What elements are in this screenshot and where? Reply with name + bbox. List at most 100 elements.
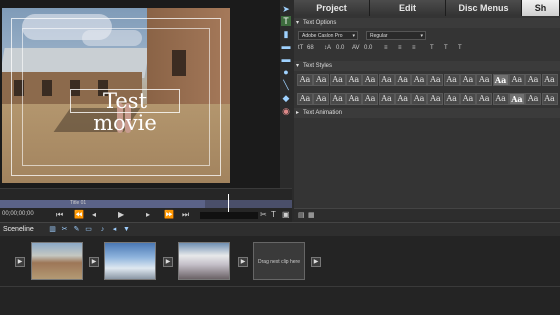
text-style-swatch[interactable]: Aa [508,74,525,86]
text-style-swatch[interactable]: Aa [411,74,428,86]
line-icon[interactable]: ╲ [281,80,291,90]
menu-marker-icon[interactable]: ▼ [122,226,131,234]
text-options-header[interactable]: Text Options [294,18,560,28]
add-menu-icon[interactable]: ▭ [84,226,93,234]
end-marker-icon[interactable]: ▶ [311,257,321,267]
transition-slot[interactable]: ▶ [238,257,248,267]
drop-target[interactable]: Drag next clip here [253,242,305,280]
color-icon[interactable]: ◉ [281,106,291,116]
text-style-swatch[interactable]: Aa [394,93,411,105]
text-style-swatch[interactable]: Aa [525,74,542,86]
marker-icon[interactable]: ✎ [72,226,81,234]
text-style-swatch[interactable]: Aa [329,74,346,86]
text-style-swatch[interactable]: Aa [411,93,428,105]
video-preview[interactable]: Test movie [2,8,230,183]
clip-thumbnail[interactable] [104,242,156,280]
speaker-icon[interactable]: ◂ [110,226,119,234]
help-icon[interactable]: ▦ [308,211,315,219]
play-icon[interactable]: ▶ [118,210,124,219]
text-style-swatch[interactable]: Aa [297,93,313,105]
text-animation-header[interactable]: Text Animation [294,108,560,118]
text-style-swatch[interactable]: Aa [476,74,493,86]
kerning-icon: AV [352,45,360,51]
frame-forward-icon[interactable]: ▸ [146,210,150,219]
align-center-icon[interactable]: ≡ [398,45,402,51]
vertical-text-icon[interactable]: ▮ [281,29,291,39]
text-style-swatch[interactable]: Aa [362,93,379,105]
text-style-swatch[interactable]: Aa [476,93,493,105]
tab-share[interactable]: Sh [522,0,560,16]
faux-italic-icon[interactable]: T [444,45,448,51]
text-style-swatch[interactable]: Aa [460,93,476,105]
kerning-value[interactable]: 0.0 [364,45,372,51]
rectangle-icon[interactable]: ▬ [281,41,291,51]
text-style-swatch[interactable]: Aa [345,74,362,86]
font-dropdown[interactable]: Adobe Caslon Pro [298,31,358,41]
text-style-swatch[interactable]: Aa [329,93,346,105]
tab-edit[interactable]: Edit [370,0,446,16]
go-to-end-icon[interactable]: ⏭ [182,210,189,220]
text-style-swatch[interactable]: Aa [460,74,476,86]
apply-icon[interactable]: ▤ [298,211,305,219]
transition-slot[interactable]: ▶ [89,257,99,267]
text-style-swatch[interactable]: Aa [427,74,444,86]
start-marker-icon[interactable]: ▶ [15,257,25,267]
clip-name: Title 01 [70,200,87,206]
monitor-panel: Test movie ➤ T ▮ ▬ ▬ ● ╲ ◆ ◉ [0,0,292,188]
playhead[interactable] [228,194,229,212]
title-text-overlay[interactable]: Test movie [70,89,180,134]
go-to-start-icon[interactable]: ⏮ [56,210,63,220]
text-style-swatch[interactable]: Aa [492,93,509,105]
faux-bold-icon[interactable]: T [430,45,434,51]
text-style-swatch[interactable]: Aa [394,74,411,86]
timeline-toggle-icon[interactable]: ▥ [48,226,57,234]
text-style-swatch[interactable]: Aa [378,74,395,86]
sceneline-tab[interactable]: Sceneline [3,226,34,233]
font-style-dropdown[interactable]: Regular [366,31,426,41]
text-style-swatch[interactable]: Aa [313,74,330,86]
text-style-swatch[interactable]: Aa [541,74,558,86]
text-style-swatch[interactable]: Aa [525,93,542,105]
volume-slider[interactable] [200,212,258,219]
tab-disc-menus[interactable]: Disc Menus [446,0,522,16]
leading-value[interactable]: 0.0 [336,45,344,51]
clip-thumbnail[interactable] [178,242,230,280]
text-style-swatch[interactable]: Aa [378,93,395,105]
text-tool-icon[interactable]: T [271,210,276,219]
transition-slot[interactable]: ▶ [163,257,173,267]
smart-fix-icon[interactable]: ✂ [60,226,69,234]
text-style-swatch[interactable]: Aa [313,93,330,105]
step-forward-icon[interactable]: ⏩ [164,210,174,219]
text-style-swatch[interactable]: Aa [443,93,460,105]
text-icon[interactable]: T [281,16,291,26]
align-right-icon[interactable]: ≡ [412,45,416,51]
text-style-swatch[interactable]: Aa [443,74,460,86]
selection-icon[interactable]: ➤ [281,4,291,14]
text-style-swatch[interactable]: Aa [427,93,444,105]
track-divider [0,286,560,287]
text-style-swatch[interactable]: Aa [345,93,362,105]
leading-icon: ↕A [324,45,332,51]
text-style-swatch[interactable]: Aa [362,74,379,86]
scissors-icon[interactable]: ✂ [260,210,267,219]
rounded-rectangle-icon[interactable]: ▬ [281,54,291,64]
font-size-value[interactable]: 68 [307,45,314,51]
tab-project[interactable]: Project [294,0,370,16]
step-back-icon[interactable]: ⏪ [74,210,84,219]
ellipse-icon[interactable]: ● [281,67,291,77]
text-style-swatch[interactable]: Aa [492,74,509,86]
text-style-swatch[interactable]: Aa [297,74,313,86]
text-style-swatch[interactable]: Aa [508,93,525,105]
panel-tabs: Project Edit Disc Menus Sh [294,0,560,16]
text-styles-header[interactable]: Text Styles [294,61,560,71]
align-left-icon[interactable]: ≡ [384,45,388,51]
scrub-clip[interactable] [0,200,205,208]
shape-icon[interactable]: ◆ [281,93,291,103]
audio-icon[interactable]: ♪ [98,226,107,234]
frame-back-icon[interactable]: ◂ [92,210,96,219]
text-style-swatch[interactable]: Aa [541,93,558,105]
underline-icon[interactable]: T [458,45,462,51]
clip-thumbnail[interactable] [31,242,83,280]
sceneline: ▶ ▶ ▶ ▶ Drag next clip here ▶ [0,236,560,315]
safe-margins-icon[interactable]: ▣ [282,210,290,219]
